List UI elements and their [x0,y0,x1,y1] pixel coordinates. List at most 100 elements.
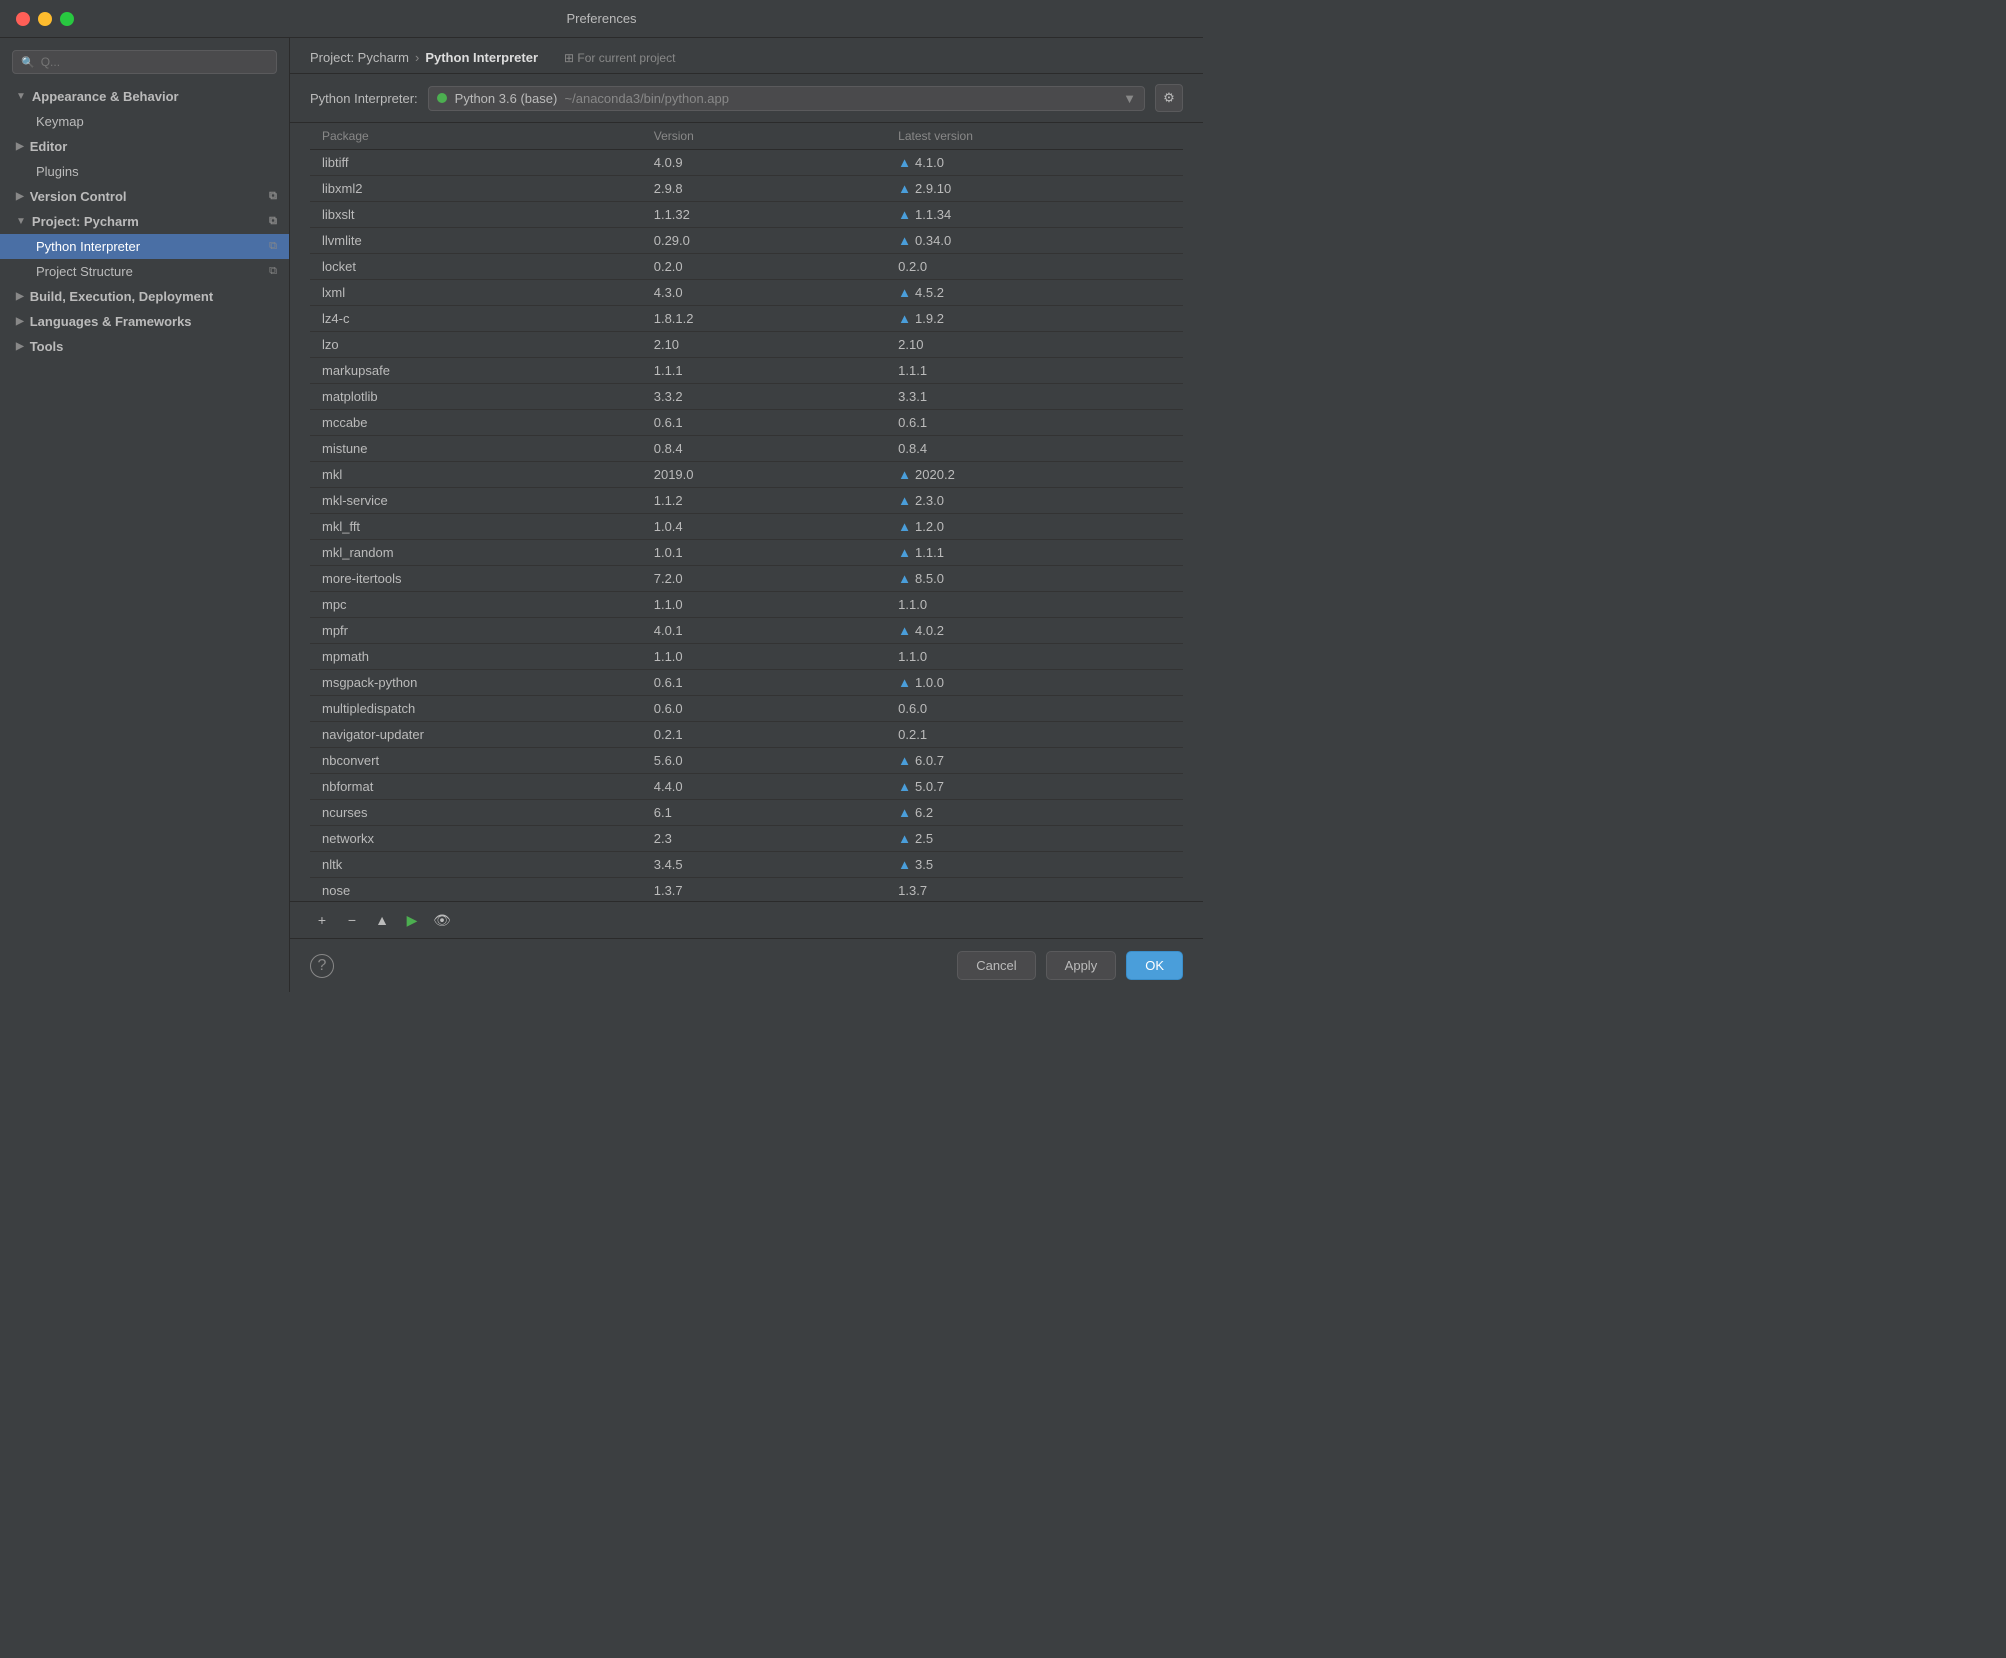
package-latest-version: 0.2.0 [886,254,1183,280]
package-version: 2019.0 [642,462,886,488]
table-row[interactable]: msgpack-python0.6.1▲1.0.0 [310,670,1183,696]
package-version: 1.1.0 [642,592,886,618]
package-table: Package Version Latest version libtiff4.… [310,123,1183,901]
remove-package-button[interactable]: − [340,908,364,932]
table-row[interactable]: mkl_random1.0.1▲1.1.1 [310,540,1183,566]
table-row[interactable]: lxml4.3.0▲4.5.2 [310,280,1183,306]
ok-button[interactable]: OK [1126,951,1183,980]
chevron-down-icon: ▼ [16,216,26,227]
apply-button[interactable]: Apply [1046,951,1117,980]
package-latest-version: 2.10 [886,332,1183,358]
table-row[interactable]: networkx2.3▲2.5 [310,826,1183,852]
sidebar-item-editor[interactable]: ▶ Editor [0,134,289,159]
package-version: 0.8.4 [642,436,886,462]
package-latest-version: ▲8.5.0 [886,566,1183,592]
table-row[interactable]: nltk3.4.5▲3.5 [310,852,1183,878]
sidebar-item-label: Editor [30,139,68,154]
sidebar-item-keymap[interactable]: Keymap [0,109,289,134]
close-button[interactable] [16,12,30,26]
table-row[interactable]: nbconvert5.6.0▲6.0.7 [310,748,1183,774]
run-button[interactable]: ▶ [400,908,424,932]
package-name: nbconvert [310,748,642,774]
sidebar-item-python-interpreter[interactable]: Python Interpreter ⧉ [0,234,289,259]
table-row[interactable]: ncurses6.1▲6.2 [310,800,1183,826]
interpreter-select[interactable]: Python 3.6 (base) ~/anaconda3/bin/python… [428,86,1145,111]
package-version: 1.0.4 [642,514,886,540]
package-name: multipledispatch [310,696,642,722]
eye-button[interactable]: 👁 [430,908,454,932]
table-row[interactable]: mpmath1.1.01.1.0 [310,644,1183,670]
main-layout: 🔍 ▼ Appearance & Behavior Keymap ▶ Edito… [0,38,1203,992]
table-row[interactable]: mistune0.8.40.8.4 [310,436,1183,462]
table-row[interactable]: nose1.3.71.3.7 [310,878,1183,902]
help-button[interactable]: ? [310,954,334,978]
sidebar-item-label: Project: Pycharm [32,214,139,229]
package-version: 4.0.1 [642,618,886,644]
col-version: Version [642,123,886,150]
maximize-button[interactable] [60,12,74,26]
table-row[interactable]: libxslt1.1.32▲1.1.34 [310,202,1183,228]
table-row[interactable]: mpfr4.0.1▲4.0.2 [310,618,1183,644]
table-row[interactable]: libxml22.9.8▲2.9.10 [310,176,1183,202]
package-name: libxslt [310,202,642,228]
sidebar-item-version-control[interactable]: ▶ Version Control ⧉ [0,184,289,209]
table-row[interactable]: lzo2.102.10 [310,332,1183,358]
package-latest-version: ▲5.0.7 [886,774,1183,800]
package-latest-version: ▲0.34.0 [886,228,1183,254]
sidebar-item-label: Project Structure [36,264,133,279]
interpreter-gear-button[interactable]: ⚙ [1155,84,1183,112]
table-row[interactable]: navigator-updater0.2.10.2.1 [310,722,1183,748]
footer: ? Cancel Apply OK [290,938,1203,992]
table-row[interactable]: mkl_fft1.0.4▲1.2.0 [310,514,1183,540]
sidebar-item-label: Build, Execution, Deployment [30,289,213,304]
package-name: libxml2 [310,176,642,202]
package-name: lz4-c [310,306,642,332]
sidebar-item-project[interactable]: ▼ Project: Pycharm ⧉ [0,209,289,234]
col-package: Package [310,123,642,150]
sidebar-item-appearance[interactable]: ▼ Appearance & Behavior [0,84,289,109]
package-name: mpmath [310,644,642,670]
table-row[interactable]: llvmlite0.29.0▲0.34.0 [310,228,1183,254]
upgrade-arrow-icon: ▲ [898,155,911,170]
table-row[interactable]: nbformat4.4.0▲5.0.7 [310,774,1183,800]
add-package-button[interactable]: + [310,908,334,932]
sidebar-item-project-structure[interactable]: Project Structure ⧉ [0,259,289,284]
table-row[interactable]: libtiff4.0.9▲4.1.0 [310,150,1183,176]
chevron-right-icon: ▶ [16,316,24,327]
package-version: 2.9.8 [642,176,886,202]
table-row[interactable]: markupsafe1.1.11.1.1 [310,358,1183,384]
minimize-button[interactable] [38,12,52,26]
package-version: 1.1.0 [642,644,886,670]
sidebar-item-tools[interactable]: ▶ Tools [0,334,289,359]
table-row[interactable]: locket0.2.00.2.0 [310,254,1183,280]
content-header: Project: Pycharm › Python Interpreter ⊞ … [290,38,1203,74]
package-name: more-itertools [310,566,642,592]
search-box[interactable]: 🔍 [12,50,277,74]
sidebar-item-build[interactable]: ▶ Build, Execution, Deployment [0,284,289,309]
sidebar-item-label: Appearance & Behavior [32,89,179,104]
table-row[interactable]: more-itertools7.2.0▲8.5.0 [310,566,1183,592]
titlebar-buttons [16,12,74,26]
search-icon: 🔍 [21,56,35,69]
upgrade-package-button[interactable]: ▲ [370,908,394,932]
table-row[interactable]: multipledispatch0.6.00.6.0 [310,696,1183,722]
sidebar-item-label: Languages & Frameworks [30,314,192,329]
table-row[interactable]: mkl-service1.1.2▲2.3.0 [310,488,1183,514]
table-row[interactable]: mccabe0.6.10.6.1 [310,410,1183,436]
upgrade-arrow-icon: ▲ [898,493,911,508]
sidebar-item-languages[interactable]: ▶ Languages & Frameworks [0,309,289,334]
package-version: 1.1.2 [642,488,886,514]
package-latest-version: ▲2020.2 [886,462,1183,488]
package-name: lxml [310,280,642,306]
table-row[interactable]: matplotlib3.3.23.3.1 [310,384,1183,410]
search-input[interactable] [41,55,268,69]
col-latest: Latest version [886,123,1183,150]
table-row[interactable]: lz4-c1.8.1.2▲1.9.2 [310,306,1183,332]
package-toolbar: + − ▲ ▶ 👁 [290,901,1203,938]
package-latest-version: ▲1.1.1 [886,540,1183,566]
cancel-button[interactable]: Cancel [957,951,1035,980]
table-row[interactable]: mpc1.1.01.1.0 [310,592,1183,618]
table-row[interactable]: mkl2019.0▲2020.2 [310,462,1183,488]
sidebar-item-plugins[interactable]: Plugins [0,159,289,184]
interpreter-label: Python Interpreter: [310,91,418,106]
